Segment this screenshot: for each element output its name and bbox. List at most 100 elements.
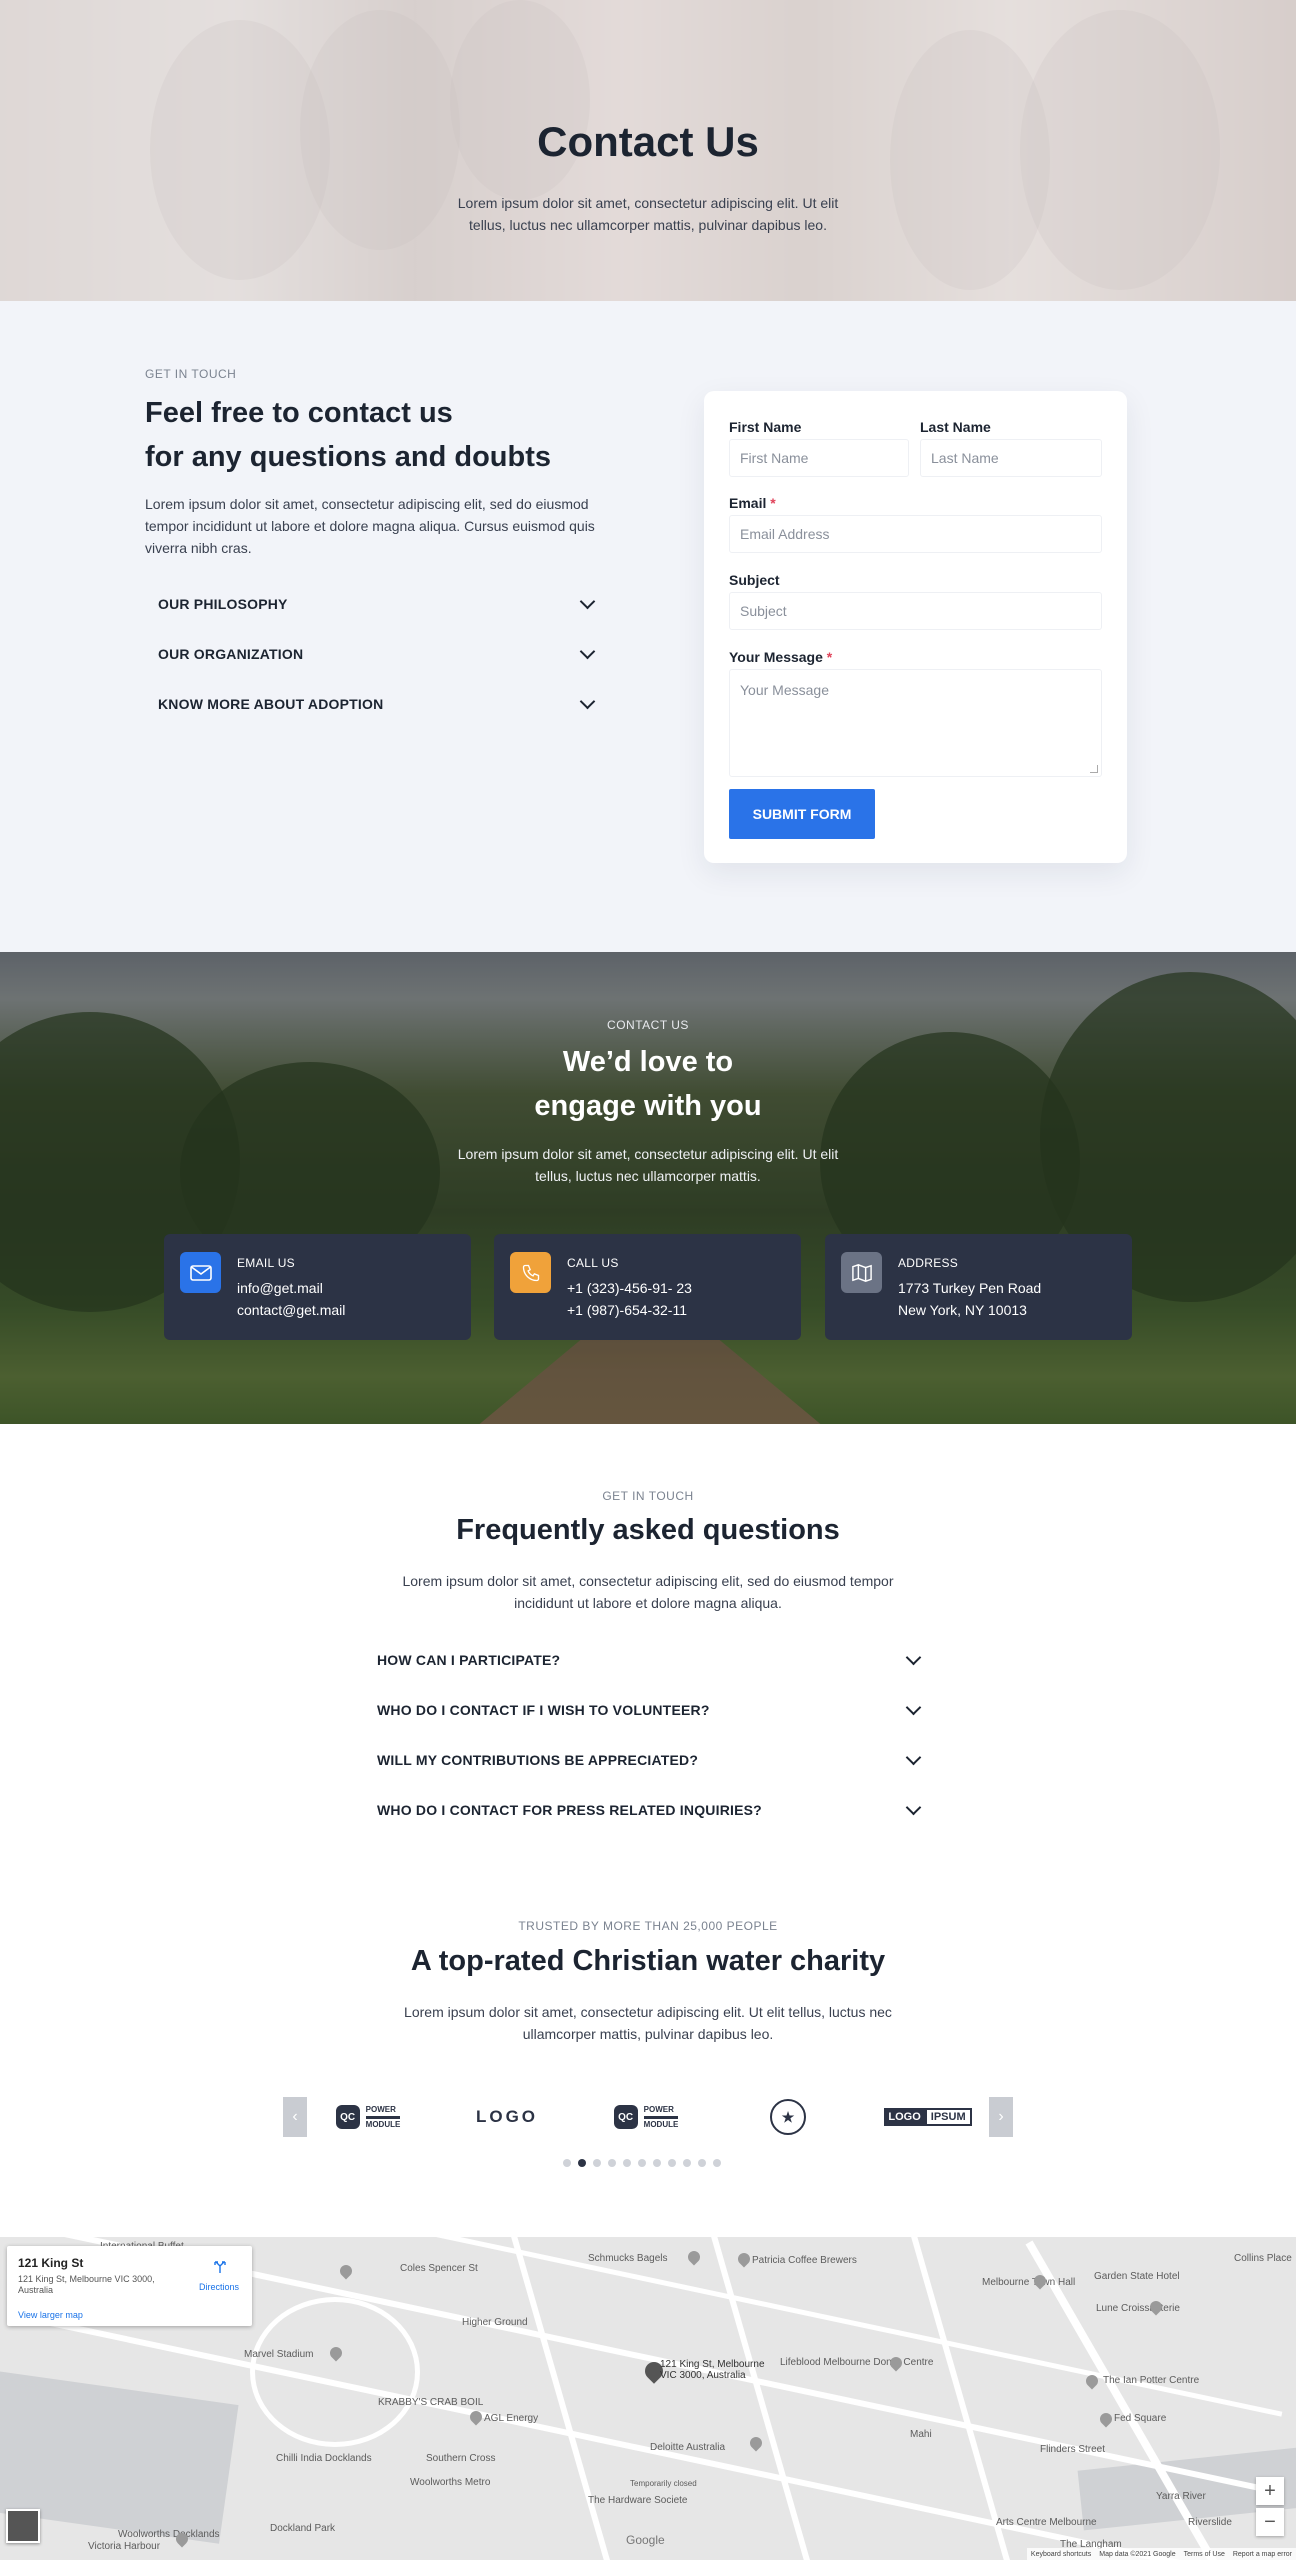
map-place-label: Victoria Harbour [88, 2541, 161, 2552]
map-place-label: Chilli India Docklands [276, 2453, 372, 2464]
terms-link[interactable]: Terms of Use [1184, 2551, 1225, 2558]
logo-text: LOGO [884, 2108, 925, 2126]
map-embed[interactable]: International Buffet Coles Spencer St Sc… [0, 2237, 1296, 2560]
message-textarea[interactable]: Your Message [729, 669, 1102, 777]
faq-question: WHO DO I CONTACT IF I WISH TO VOLUNTEER? [377, 1702, 710, 1718]
faq-item[interactable]: WHO DO I CONTACT IF I WISH TO VOLUNTEER? [365, 1685, 931, 1735]
trusted-eyebrow: TRUSTED BY MORE THAN 25,000 PEOPLE [518, 1919, 778, 1933]
chevron-down-icon [579, 643, 596, 659]
map-place-label: Riverslide [1188, 2517, 1232, 2528]
subject-label: Subject [729, 572, 780, 588]
view-larger-map-link[interactable]: View larger map [18, 2310, 83, 2320]
carousel-dot[interactable] [578, 2159, 586, 2167]
map-place-label: Temporarily closed [630, 2479, 697, 2488]
logo-text: POWER MODULE [365, 2104, 401, 2130]
partner-logo[interactable]: QC POWER MODULE [606, 2101, 686, 2133]
map-place-label: Garden State Hotel [1094, 2271, 1180, 2282]
contact-card-address: ADDRESS 1773 Turkey Pen Road New York, N… [825, 1234, 1132, 1340]
map-place-label: Southern Cross [426, 2453, 496, 2464]
faq-item[interactable]: WILL MY CONTRIBUTIONS BE APPRECIATED? [365, 1735, 931, 1785]
map-place-label: Schmucks Bagels [588, 2253, 668, 2264]
map-place-label: Woolworths Docklands [118, 2529, 220, 2540]
email-link[interactable]: contact@get.mail [237, 1302, 345, 1318]
carousel-dot[interactable] [608, 2159, 616, 2167]
engage-heading-line1: We’d love to [562, 1046, 734, 1078]
map-place-label: Coles Spencer St [400, 2263, 478, 2274]
contact-section: GET IN TOUCH Feel free to contact us for… [0, 301, 1296, 952]
accordion-label: OUR ORGANIZATION [158, 646, 304, 662]
map-place-label: Melbourne Town Hall [982, 2277, 1076, 2288]
carousel-dot[interactable] [713, 2159, 721, 2167]
carousel-dot[interactable] [638, 2159, 646, 2167]
last-name-field[interactable]: Last Name [920, 439, 1102, 477]
report-error-link[interactable]: Report a map error [1233, 2551, 1292, 2558]
map-place-label: Collins Place [1234, 2253, 1292, 2264]
carousel-dot[interactable] [593, 2159, 601, 2167]
google-logo: Google [626, 2533, 665, 2547]
carousel-dot[interactable] [623, 2159, 631, 2167]
map-place-label: The Hardware Societe [588, 2495, 688, 2506]
carousel-dot[interactable] [653, 2159, 661, 2167]
keyboard-shortcuts-link[interactable]: Keyboard shortcuts [1031, 2551, 1091, 2558]
contact-heading-line1: Feel free to contact us [145, 397, 453, 429]
email-label-text: Email [729, 495, 767, 511]
satellite-toggle[interactable] [6, 2509, 40, 2543]
carousel-next-button[interactable]: › [989, 2097, 1013, 2137]
carousel-dot[interactable] [698, 2159, 706, 2167]
map-place-label: AGL Energy [484, 2413, 539, 2424]
submit-button[interactable]: SUBMIT FORM [729, 789, 875, 839]
phone-link[interactable]: +1 (987)-654-32-11 [567, 1302, 687, 1318]
subject-field[interactable]: Subject [729, 592, 1102, 630]
accordion-label: KNOW MORE ABOUT ADOPTION [158, 696, 384, 712]
contact-intro: Lorem ipsum dolor sit amet, consectetur … [145, 496, 595, 556]
accordion-item-adoption[interactable]: KNOW MORE ABOUT ADOPTION [145, 679, 605, 729]
contact-eyebrow: GET IN TOUCH [145, 367, 237, 381]
map-poi-icon [1097, 2410, 1115, 2428]
email-link[interactable]: info@get.mail [237, 1280, 323, 1296]
faq-item[interactable]: HOW CAN I PARTICIPATE? [365, 1635, 931, 1685]
partner-logo[interactable]: LOGO IPSUM [882, 2101, 974, 2133]
faq-item[interactable]: WHO DO I CONTACT FOR PRESS RELATED INQUI… [365, 1785, 931, 1835]
laurel-seal-icon: ★ [770, 2099, 806, 2135]
chevron-down-icon [905, 1699, 922, 1715]
partner-logo[interactable]: LOGO [470, 2101, 544, 2133]
map-place-label: Mahi [910, 2429, 932, 2440]
map-poi-icon [747, 2434, 765, 2452]
logo-text: IPSUM [924, 2108, 972, 2126]
partner-logo[interactable]: QC POWER MODULE [328, 2101, 408, 2133]
logo-text: LOGO [475, 2107, 539, 2126]
directions-icon[interactable] [213, 2260, 227, 2274]
message-label-text: Your Message [729, 649, 823, 665]
carousel-dot[interactable] [683, 2159, 691, 2167]
partner-logo[interactable]: ★ [766, 2099, 810, 2135]
accordion-item-organization[interactable]: OUR ORGANIZATION [145, 629, 605, 679]
contact-card-email: EMAIL US info@get.mail contact@get.mail [164, 1234, 471, 1340]
envelope-icon [180, 1252, 221, 1293]
first-name-label: First Name [729, 419, 802, 435]
phone-link[interactable]: +1 (323)-456-91- 23 [567, 1280, 692, 1296]
carousel-prev-button[interactable]: ‹ [283, 2097, 307, 2137]
contact-form: First Name First Name Last Name Last Nam… [704, 391, 1127, 863]
logo-mark: QC [613, 2105, 638, 2129]
zoom-in-button[interactable]: + [1256, 2477, 1284, 2505]
map-place-card: 121 King St 121 King St, Melbourne VIC 3… [7, 2246, 252, 2326]
contact-heading-line2: for any questions and doubts [145, 441, 552, 473]
map-road [707, 2237, 819, 2560]
first-name-field[interactable]: First Name [729, 439, 909, 477]
carousel-dot[interactable] [668, 2159, 676, 2167]
map-road [507, 2237, 619, 2560]
accordion-item-philosophy[interactable]: OUR PHILOSOPHY [145, 579, 605, 629]
trusted-heading: A top-rated Christian water charity [410, 1945, 886, 1977]
engage-eyebrow: CONTACT US [607, 1018, 689, 1032]
email-field[interactable]: Email Address [729, 515, 1102, 553]
carousel-dot[interactable] [563, 2159, 571, 2167]
zoom-out-button[interactable]: − [1256, 2508, 1284, 2536]
map-place-label: Arts Centre Melbourne [996, 2517, 1097, 2528]
message-label: Your Message * [729, 649, 832, 665]
hero-subtitle: Lorem ipsum dolor sit amet, consectetur … [457, 195, 839, 233]
contact-heading: Feel free to contact us for any question… [145, 391, 625, 479]
directions-link[interactable]: Directions [199, 2282, 239, 2292]
logo-text-line: POWER [365, 2104, 396, 2114]
address-line: 1773 Turkey Pen Road [898, 1280, 1042, 1296]
faq-eyebrow: GET IN TOUCH [602, 1489, 694, 1503]
